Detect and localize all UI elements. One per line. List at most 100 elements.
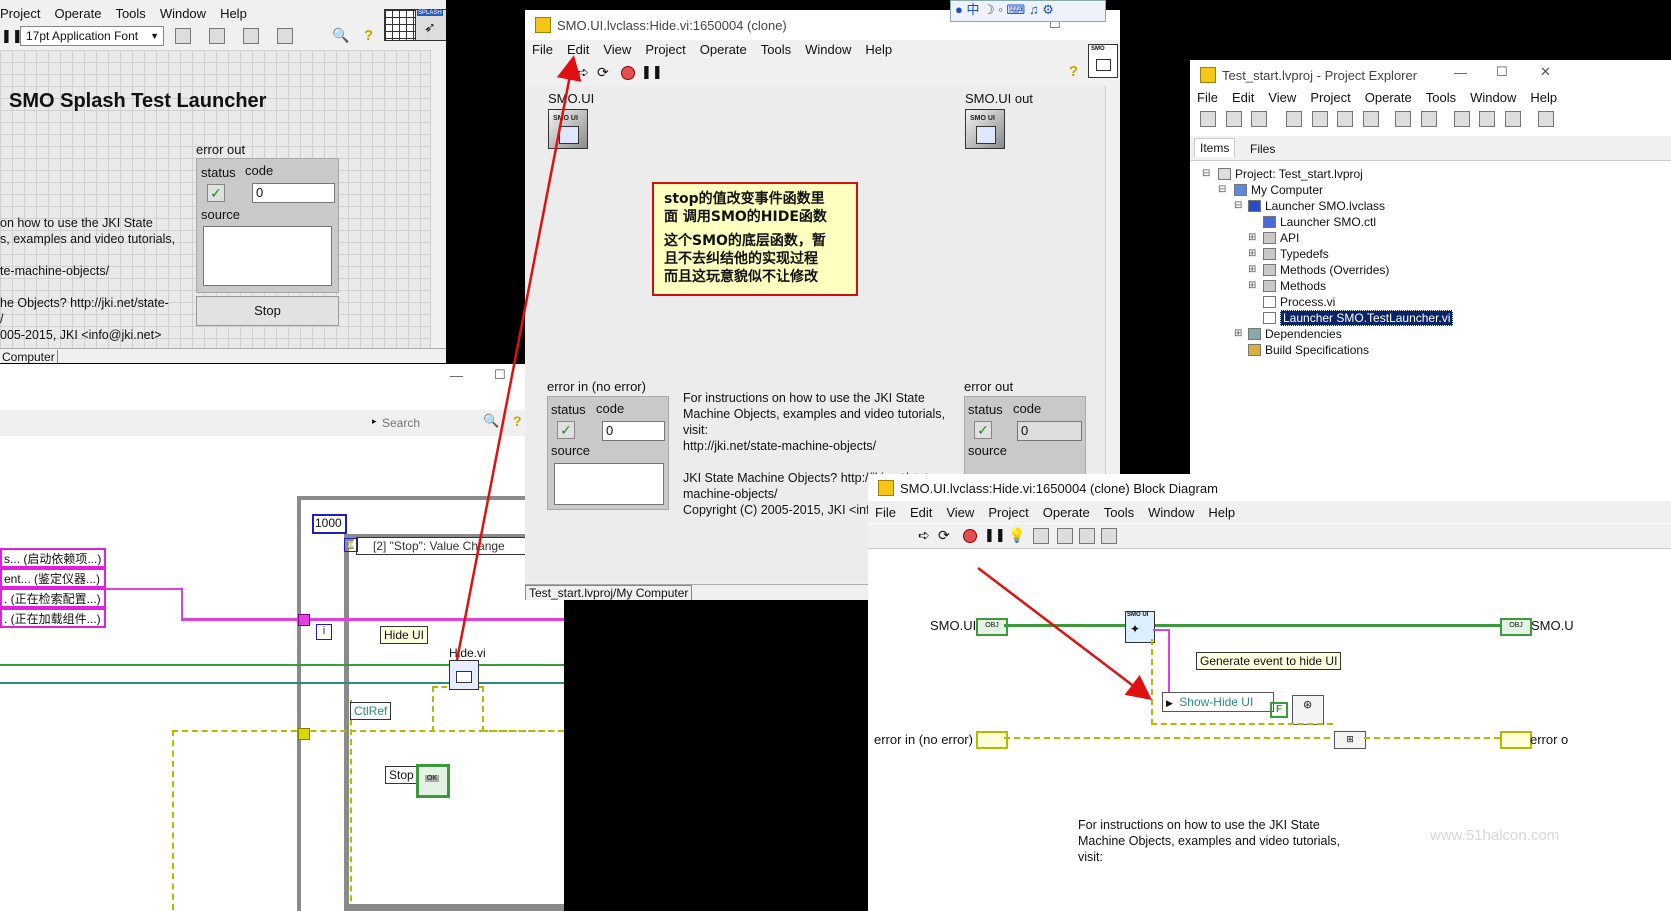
tree-expander[interactable]: ⊞	[1248, 232, 1256, 243]
tree-item[interactable]: API	[1263, 231, 1299, 245]
menu-item[interactable]: Operate	[1036, 505, 1097, 520]
step-out-icon[interactable]	[1101, 528, 1117, 544]
menu-item[interactable]: Project	[981, 505, 1035, 520]
tree-expander[interactable]: ⊟	[1218, 184, 1226, 195]
retain-wire-values-icon[interactable]	[1033, 528, 1049, 544]
menu-item[interactable]: Tools	[754, 42, 798, 57]
smo-ui-in-terminal[interactable]: OBJ	[976, 618, 1008, 636]
cut-icon[interactable]	[1285, 110, 1302, 127]
help-icon[interactable]: ?	[1069, 63, 1078, 80]
maximize-icon[interactable]: ☐	[494, 367, 506, 383]
resize-objects-icon[interactable]	[243, 28, 259, 44]
hide-vi-icon[interactable]: SMO	[1088, 44, 1118, 78]
warning-icon[interactable]	[1504, 110, 1521, 127]
highlight-execution-icon[interactable]: 💡	[1008, 527, 1025, 544]
tree-expander[interactable]: ⊞	[1234, 328, 1242, 339]
splash-vi-icon[interactable]: SPLASH ➶	[415, 9, 446, 41]
menu-item[interactable]: Project	[1303, 90, 1357, 105]
run-icon[interactable]: ➪	[577, 64, 589, 81]
tab-files[interactable]: Files	[1244, 140, 1281, 158]
distribute-objects-icon[interactable]	[209, 28, 225, 44]
menu-item[interactable]: Window	[798, 42, 858, 57]
new-icon[interactable]	[1200, 110, 1216, 127]
align-objects-icon[interactable]	[175, 28, 191, 44]
menu-item[interactable]: Tools	[108, 6, 152, 21]
menu-item[interactable]: Operate	[1358, 90, 1419, 105]
menu-item[interactable]: Edit	[560, 42, 596, 57]
menu-item[interactable]: View	[939, 505, 981, 520]
close-icon[interactable]: ✕	[1540, 64, 1551, 80]
stop-terminal[interactable]: OK	[416, 764, 450, 798]
error-in-terminal[interactable]	[976, 731, 1008, 749]
search-icon[interactable]: 🔍	[332, 27, 349, 44]
source-control[interactable]	[554, 463, 664, 505]
menu-item[interactable]: Edit	[1225, 90, 1261, 105]
filter-icon[interactable]	[1479, 110, 1496, 127]
tree-item[interactable]: Build Specifications	[1248, 343, 1369, 357]
menu-item[interactable]: Project	[0, 6, 47, 21]
tree-item[interactable]: Launcher SMO.lvclass	[1248, 199, 1385, 213]
maximize-icon[interactable]: ☐	[1496, 64, 1508, 80]
menu-item[interactable]: Window	[1141, 505, 1201, 520]
menu-item[interactable]: Operate	[47, 6, 108, 21]
status-control[interactable]: ✓	[557, 421, 575, 439]
save-icon[interactable]	[1251, 110, 1268, 127]
tree-expander[interactable]: ⊞	[1248, 248, 1256, 259]
tree-item[interactable]: Methods	[1263, 279, 1326, 293]
menu-item[interactable]: File	[868, 505, 903, 520]
copy-icon[interactable]	[1311, 110, 1328, 127]
tree-expander[interactable]: ⊞	[1248, 280, 1256, 291]
tree-item[interactable]: Launcher SMO.ctl	[1263, 215, 1376, 229]
menu-item[interactable]: Window	[1463, 90, 1523, 105]
tree-item[interactable]: Typedefs	[1263, 247, 1329, 261]
paste-icon[interactable]	[1337, 110, 1354, 127]
minimize-icon[interactable]: —	[1454, 65, 1467, 80]
run-continuously-icon[interactable]: ⟳	[938, 527, 950, 544]
tree-expander[interactable]: ⊟	[1202, 168, 1210, 179]
ime-toolbar[interactable]: ● 中 ☽ ◦ ⌨ ♫ ⚙	[950, 0, 1106, 22]
search-expand-icon[interactable]: ▸	[372, 416, 377, 427]
font-selector[interactable]: 17pt Application Font ▼	[20, 26, 164, 46]
merge-errors-node[interactable]: ⊞	[1334, 731, 1366, 749]
step-into-icon[interactable]	[1057, 528, 1073, 544]
run-continuously-icon[interactable]: ⟳	[597, 64, 609, 81]
abort-icon[interactable]	[621, 66, 635, 80]
menu-item[interactable]: Tools	[1097, 505, 1141, 520]
tree-item[interactable]: My Computer	[1234, 183, 1323, 197]
code-control[interactable]: 0	[602, 421, 665, 441]
run-icon[interactable]: ➪	[918, 527, 930, 544]
front-panel-vscroll[interactable]	[430, 50, 446, 348]
delete-icon[interactable]	[1362, 110, 1379, 127]
step-over-icon[interactable]	[1079, 528, 1095, 544]
tree-item-selected[interactable]: Launcher SMO.TestLauncher.vi	[1263, 310, 1454, 326]
pause-icon[interactable]: ❚❚	[641, 64, 663, 80]
tree-expander[interactable]: ⊞	[1248, 264, 1256, 275]
reorder-icon[interactable]	[277, 28, 293, 44]
tree-item[interactable]: Project: Test_start.lvproj	[1218, 167, 1363, 181]
menu-item[interactable]: Tools	[1419, 90, 1463, 105]
smo-ui-in-control[interactable]	[548, 109, 588, 149]
build-icon[interactable]	[1395, 110, 1412, 127]
menu-item[interactable]: File	[1190, 90, 1225, 105]
view-icon[interactable]	[1453, 110, 1470, 127]
menu-item[interactable]: Operate	[693, 42, 754, 57]
timeout-constant[interactable]: 1000	[312, 514, 347, 534]
tab-items[interactable]: Items	[1194, 138, 1236, 157]
minimize-icon[interactable]: —	[450, 368, 463, 383]
hide-vi-node[interactable]	[449, 660, 479, 690]
menu-item[interactable]: Edit	[903, 505, 939, 520]
menu-item[interactable]: View	[596, 42, 638, 57]
menu-item[interactable]: Project	[638, 42, 692, 57]
menu-item[interactable]: Help	[1201, 505, 1242, 520]
connector-pane-icon[interactable]	[384, 9, 416, 41]
menu-item[interactable]: File	[525, 42, 560, 57]
open-icon[interactable]	[1225, 110, 1242, 127]
pause-icon[interactable]: ❚❚	[984, 527, 1006, 543]
tree-expander[interactable]: ⊟	[1234, 200, 1242, 211]
panel-icon[interactable]	[1537, 110, 1554, 127]
help-icon[interactable]: ?	[513, 413, 522, 429]
deploy-icon[interactable]	[1421, 110, 1437, 127]
menu-item[interactable]: Help	[1523, 90, 1564, 105]
menu-item[interactable]: View	[1261, 90, 1303, 105]
search-icon[interactable]: 🔍	[483, 413, 499, 429]
